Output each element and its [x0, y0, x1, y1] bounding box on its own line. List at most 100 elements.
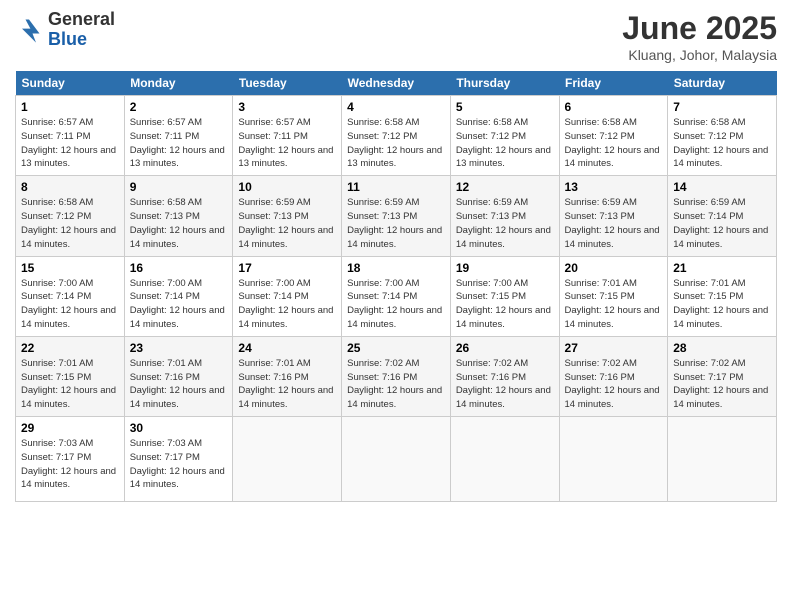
calendar-week-row: 15 Sunrise: 7:00 AMSunset: 7:14 PMDaylig…	[16, 256, 777, 336]
calendar-header-row: Sunday Monday Tuesday Wednesday Thursday…	[16, 71, 777, 96]
logo-general: General	[48, 10, 115, 30]
day-info: Sunrise: 7:02 AMSunset: 7:17 PMDaylight:…	[673, 358, 768, 410]
table-row: 16 Sunrise: 7:00 AMSunset: 7:14 PMDaylig…	[124, 256, 233, 336]
day-info: Sunrise: 6:58 AMSunset: 7:12 PMDaylight:…	[565, 117, 660, 169]
calendar-week-row: 8 Sunrise: 6:58 AMSunset: 7:12 PMDayligh…	[16, 176, 777, 256]
day-number: 28	[673, 341, 771, 355]
day-info: Sunrise: 7:00 AMSunset: 7:14 PMDaylight:…	[347, 278, 442, 330]
day-number: 6	[565, 100, 663, 114]
day-info: Sunrise: 6:59 AMSunset: 7:13 PMDaylight:…	[238, 197, 333, 249]
col-saturday: Saturday	[668, 71, 777, 96]
table-row: 3 Sunrise: 6:57 AMSunset: 7:11 PMDayligh…	[233, 96, 342, 176]
table-row: 2 Sunrise: 6:57 AMSunset: 7:11 PMDayligh…	[124, 96, 233, 176]
table-row: 17 Sunrise: 7:00 AMSunset: 7:14 PMDaylig…	[233, 256, 342, 336]
day-info: Sunrise: 7:00 AMSunset: 7:14 PMDaylight:…	[238, 278, 333, 330]
day-number: 7	[673, 100, 771, 114]
day-info: Sunrise: 7:00 AMSunset: 7:14 PMDaylight:…	[130, 278, 225, 330]
day-number: 27	[565, 341, 663, 355]
page-header: General Blue June 2025 Kluang, Johor, Ma…	[15, 10, 777, 63]
day-number: 3	[238, 100, 336, 114]
logo: General Blue	[15, 10, 115, 50]
day-info: Sunrise: 6:58 AMSunset: 7:12 PMDaylight:…	[21, 197, 116, 249]
day-number: 8	[21, 180, 119, 194]
col-tuesday: Tuesday	[233, 71, 342, 96]
col-thursday: Thursday	[450, 71, 559, 96]
day-info: Sunrise: 6:57 AMSunset: 7:11 PMDaylight:…	[21, 117, 116, 169]
day-info: Sunrise: 7:01 AMSunset: 7:16 PMDaylight:…	[238, 358, 333, 410]
table-row: 28 Sunrise: 7:02 AMSunset: 7:17 PMDaylig…	[668, 336, 777, 416]
day-info: Sunrise: 6:58 AMSunset: 7:12 PMDaylight:…	[673, 117, 768, 169]
day-number: 16	[130, 261, 228, 275]
table-row: 22 Sunrise: 7:01 AMSunset: 7:15 PMDaylig…	[16, 336, 125, 416]
table-row: 11 Sunrise: 6:59 AMSunset: 7:13 PMDaylig…	[342, 176, 451, 256]
table-row: 4 Sunrise: 6:58 AMSunset: 7:12 PMDayligh…	[342, 96, 451, 176]
day-info: Sunrise: 6:58 AMSunset: 7:13 PMDaylight:…	[130, 197, 225, 249]
table-row: 21 Sunrise: 7:01 AMSunset: 7:15 PMDaylig…	[668, 256, 777, 336]
day-number: 19	[456, 261, 554, 275]
table-row: 18 Sunrise: 7:00 AMSunset: 7:14 PMDaylig…	[342, 256, 451, 336]
day-number: 14	[673, 180, 771, 194]
day-info: Sunrise: 7:02 AMSunset: 7:16 PMDaylight:…	[565, 358, 660, 410]
day-info: Sunrise: 7:02 AMSunset: 7:16 PMDaylight:…	[347, 358, 442, 410]
logo-text: General Blue	[48, 10, 115, 50]
day-number: 25	[347, 341, 445, 355]
table-row: 5 Sunrise: 6:58 AMSunset: 7:12 PMDayligh…	[450, 96, 559, 176]
day-info: Sunrise: 7:01 AMSunset: 7:15 PMDaylight:…	[673, 278, 768, 330]
day-number: 18	[347, 261, 445, 275]
table-row: 13 Sunrise: 6:59 AMSunset: 7:13 PMDaylig…	[559, 176, 668, 256]
col-monday: Monday	[124, 71, 233, 96]
col-wednesday: Wednesday	[342, 71, 451, 96]
logo-icon	[15, 16, 43, 44]
table-row: 23 Sunrise: 7:01 AMSunset: 7:16 PMDaylig…	[124, 336, 233, 416]
day-number: 17	[238, 261, 336, 275]
page-container: General Blue June 2025 Kluang, Johor, Ma…	[0, 0, 792, 512]
calendar-week-row: 1 Sunrise: 6:57 AMSunset: 7:11 PMDayligh…	[16, 96, 777, 176]
table-row: 6 Sunrise: 6:58 AMSunset: 7:12 PMDayligh…	[559, 96, 668, 176]
day-number: 10	[238, 180, 336, 194]
table-row: 24 Sunrise: 7:01 AMSunset: 7:16 PMDaylig…	[233, 336, 342, 416]
col-sunday: Sunday	[16, 71, 125, 96]
day-info: Sunrise: 6:58 AMSunset: 7:12 PMDaylight:…	[456, 117, 551, 169]
calendar-week-row: 29 Sunrise: 7:03 AMSunset: 7:17 PMDaylig…	[16, 417, 777, 502]
day-info: Sunrise: 7:00 AMSunset: 7:15 PMDaylight:…	[456, 278, 551, 330]
day-info: Sunrise: 7:00 AMSunset: 7:14 PMDaylight:…	[21, 278, 116, 330]
table-row	[233, 417, 342, 502]
day-info: Sunrise: 6:58 AMSunset: 7:12 PMDaylight:…	[347, 117, 442, 169]
day-info: Sunrise: 6:57 AMSunset: 7:11 PMDaylight:…	[238, 117, 333, 169]
table-row: 29 Sunrise: 7:03 AMSunset: 7:17 PMDaylig…	[16, 417, 125, 502]
day-number: 26	[456, 341, 554, 355]
day-info: Sunrise: 7:03 AMSunset: 7:17 PMDaylight:…	[21, 438, 116, 490]
table-row: 9 Sunrise: 6:58 AMSunset: 7:13 PMDayligh…	[124, 176, 233, 256]
calendar-table: Sunday Monday Tuesday Wednesday Thursday…	[15, 71, 777, 502]
table-row: 10 Sunrise: 6:59 AMSunset: 7:13 PMDaylig…	[233, 176, 342, 256]
table-row: 12 Sunrise: 6:59 AMSunset: 7:13 PMDaylig…	[450, 176, 559, 256]
day-info: Sunrise: 6:59 AMSunset: 7:13 PMDaylight:…	[456, 197, 551, 249]
day-number: 23	[130, 341, 228, 355]
day-info: Sunrise: 7:03 AMSunset: 7:17 PMDaylight:…	[130, 438, 225, 490]
day-number: 12	[456, 180, 554, 194]
day-info: Sunrise: 7:02 AMSunset: 7:16 PMDaylight:…	[456, 358, 551, 410]
day-number: 9	[130, 180, 228, 194]
day-info: Sunrise: 7:01 AMSunset: 7:15 PMDaylight:…	[565, 278, 660, 330]
calendar-week-row: 22 Sunrise: 7:01 AMSunset: 7:15 PMDaylig…	[16, 336, 777, 416]
day-number: 29	[21, 421, 119, 435]
day-info: Sunrise: 6:59 AMSunset: 7:13 PMDaylight:…	[347, 197, 442, 249]
day-number: 15	[21, 261, 119, 275]
table-row: 20 Sunrise: 7:01 AMSunset: 7:15 PMDaylig…	[559, 256, 668, 336]
day-number: 24	[238, 341, 336, 355]
day-info: Sunrise: 6:57 AMSunset: 7:11 PMDaylight:…	[130, 117, 225, 169]
day-number: 13	[565, 180, 663, 194]
day-info: Sunrise: 6:59 AMSunset: 7:13 PMDaylight:…	[565, 197, 660, 249]
table-row: 26 Sunrise: 7:02 AMSunset: 7:16 PMDaylig…	[450, 336, 559, 416]
table-row	[342, 417, 451, 502]
location: Kluang, Johor, Malaysia	[622, 47, 777, 63]
day-number: 1	[21, 100, 119, 114]
day-number: 20	[565, 261, 663, 275]
day-number: 30	[130, 421, 228, 435]
table-row: 1 Sunrise: 6:57 AMSunset: 7:11 PMDayligh…	[16, 96, 125, 176]
table-row	[450, 417, 559, 502]
title-area: June 2025 Kluang, Johor, Malaysia	[622, 10, 777, 63]
day-number: 4	[347, 100, 445, 114]
table-row: 7 Sunrise: 6:58 AMSunset: 7:12 PMDayligh…	[668, 96, 777, 176]
table-row	[668, 417, 777, 502]
